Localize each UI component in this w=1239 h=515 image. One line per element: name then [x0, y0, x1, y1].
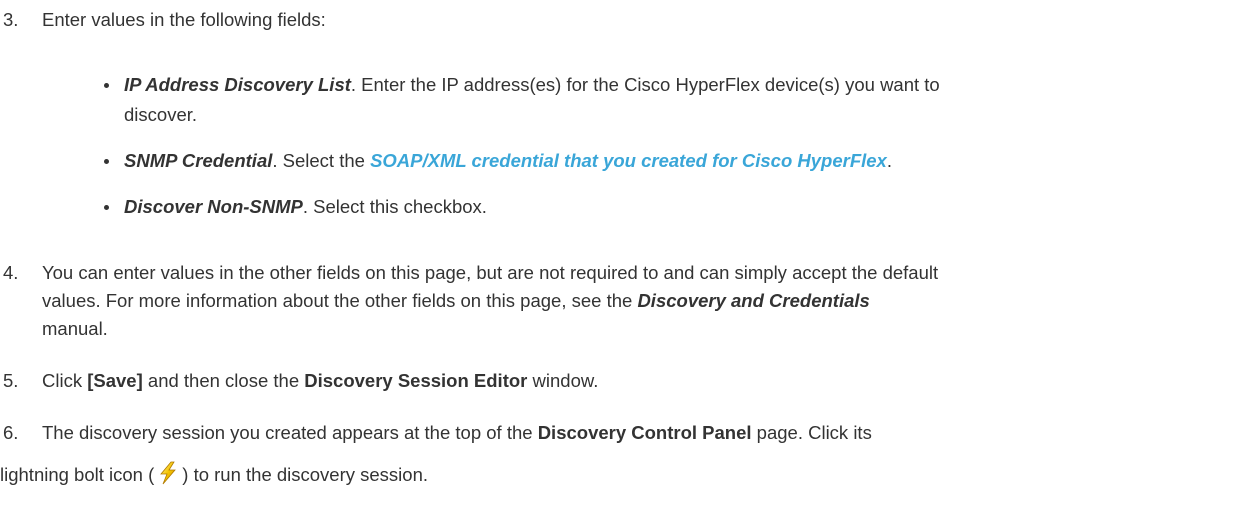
step-text: ) to run the discovery session. [182, 464, 429, 485]
soap-xml-credential-link[interactable]: SOAP/XML credential that you created for… [370, 150, 887, 171]
step-text: Click [42, 370, 88, 391]
document-page: 3. Enter values in the following fields:… [0, 0, 1239, 515]
step-number: 3. [3, 9, 19, 30]
bullet-text: . Select this checkbox. [302, 196, 487, 217]
field-label: IP Address Discovery List [124, 74, 351, 95]
step-text: page. Click its [751, 422, 872, 443]
discovery-control-panel-label: Discovery Control Panel [537, 422, 752, 443]
bullet-text: . Select the [272, 150, 371, 171]
step-text-line3: manual. [42, 318, 108, 339]
bullet-dot [104, 159, 109, 164]
step-number: 4. [3, 262, 19, 283]
discovery-session-editor-label: Discovery Session Editor [304, 370, 528, 391]
step-text: and then close the [142, 370, 305, 391]
bullet-text-line2: discover. [124, 104, 198, 125]
step-text-line1: You can enter values in the other fields… [42, 262, 939, 283]
step-text: Enter values in the following fields: [42, 9, 326, 30]
step-text: The discovery session you created appear… [42, 422, 538, 443]
bullet-dot [104, 205, 109, 210]
step-text: window. [527, 370, 599, 391]
bullet-text-end: . [886, 150, 892, 171]
save-button-label: [Save] [87, 370, 143, 391]
manual-title: Discovery and Credentials [637, 290, 870, 311]
step-number: 6. [3, 422, 19, 443]
lightning-bolt-icon [157, 461, 179, 485]
step-number: 5. [3, 370, 19, 391]
field-label: Discover Non-SNMP [124, 196, 303, 217]
field-label: SNMP Credential [124, 150, 273, 171]
step-text-line2: values. For more information about the o… [42, 290, 638, 311]
bullet-text: . Enter the IP address(es) for the Cisco… [350, 74, 940, 95]
step-text: lightning bolt icon ( [0, 464, 155, 485]
bullet-dot [104, 83, 109, 88]
